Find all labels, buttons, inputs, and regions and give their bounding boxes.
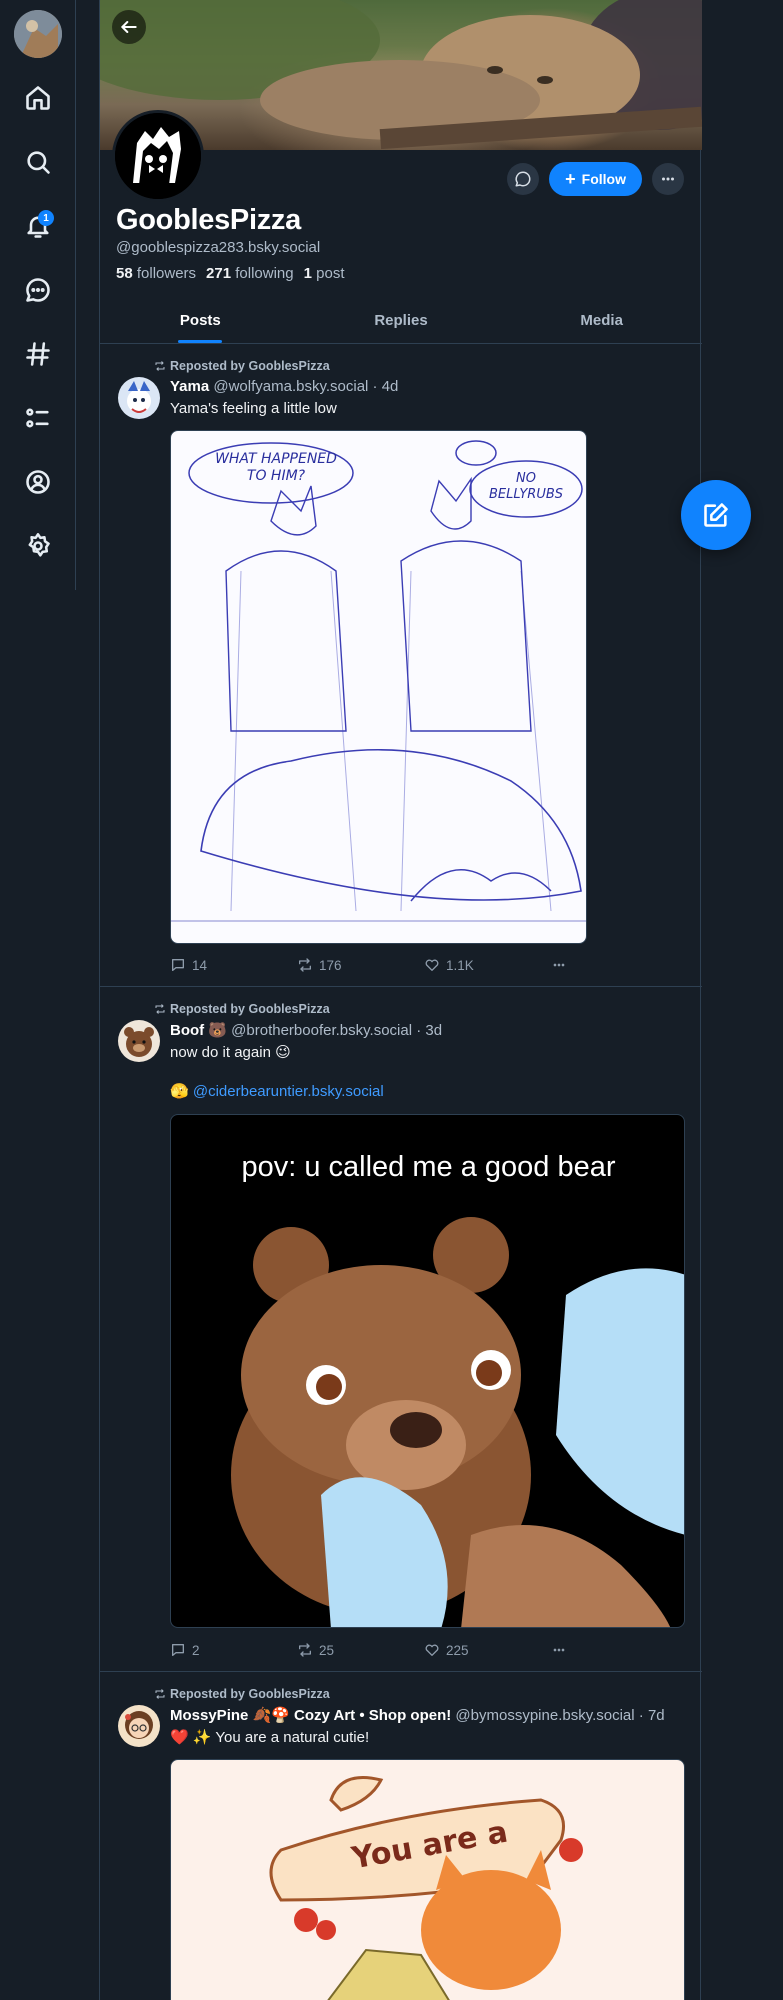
repost-count: 25 xyxy=(318,1642,335,1658)
current-user-avatar[interactable] xyxy=(14,10,62,58)
feed-post[interactable]: Reposted by GooblesPizza Yama @wolfyama.… xyxy=(100,345,702,987)
repost-icon xyxy=(155,1004,165,1014)
list-icon[interactable] xyxy=(18,398,58,438)
profile-display-name: GooblesPizza xyxy=(116,204,301,236)
post-mention[interactable]: 🫣 @ciderbearuntier.bsky.social xyxy=(170,1082,384,1100)
feed-post[interactable]: Reposted by GooblesPizza MossyPine 🍂🍄 Co… xyxy=(100,1673,702,2000)
chat-icon xyxy=(515,171,531,187)
author-handle[interactable]: @brotherboofer.bsky.social xyxy=(231,1022,412,1039)
repost-icon xyxy=(298,958,311,972)
profile-actions: + Follow xyxy=(507,162,684,196)
profile-icon[interactable] xyxy=(18,462,58,502)
post-text: ❤️ ✨ You are a natural cutie! xyxy=(170,1729,370,1746)
reply-count: 14 xyxy=(192,957,208,973)
author-avatar[interactable] xyxy=(118,1705,160,1747)
author-name[interactable]: Boof 🐻 xyxy=(170,1022,227,1039)
image-caption: pov: u called me a good bear xyxy=(241,1151,616,1183)
post-more-button[interactable] xyxy=(551,957,590,973)
repost-button[interactable]: 176 xyxy=(297,957,424,973)
reply-button[interactable]: 14 xyxy=(170,957,297,973)
repost-indicator: Reposted by GooblesPizza xyxy=(154,359,330,373)
follow-button[interactable]: + Follow xyxy=(549,162,642,196)
repost-button[interactable]: 25 xyxy=(297,1642,424,1658)
edit-icon xyxy=(704,503,728,527)
ellipsis-icon xyxy=(553,1648,565,1652)
like-button[interactable]: 225 xyxy=(424,1642,551,1658)
post-header: Yama @wolfyama.bsky.social · 4d xyxy=(170,378,398,395)
profile-main: + Follow GooblesPizza @gooblespizza283.b… xyxy=(99,0,702,2000)
post-image[interactable]: You are a xyxy=(170,1759,685,2000)
engagement-bar: 14 176 1.1K xyxy=(170,957,590,973)
ellipsis-icon xyxy=(662,177,674,181)
profile-avatar[interactable] xyxy=(112,110,204,202)
profile-handle: @gooblespizza283.bsky.social xyxy=(116,239,321,256)
post-image[interactable]: WHAT HAPPENED TO HIM? NO BELLYRUBS xyxy=(170,430,587,944)
gear-icon[interactable] xyxy=(18,526,58,566)
author-name[interactable]: MossyPine 🍂🍄 Cozy Art • Shop open! xyxy=(170,1707,451,1724)
like-count: 225 xyxy=(445,1642,469,1658)
compose-post-button[interactable] xyxy=(681,480,751,550)
post-time[interactable]: · 7d xyxy=(639,1707,665,1724)
following-stat[interactable]: 271 following xyxy=(206,265,294,282)
reply-button[interactable]: 2 xyxy=(170,1642,297,1658)
profile-tabs: Posts Replies Media xyxy=(100,300,702,344)
home-icon[interactable] xyxy=(18,78,58,118)
tab-replies[interactable]: Replies xyxy=(301,300,502,343)
comment-icon xyxy=(172,959,184,971)
author-handle[interactable]: @bymossypine.bsky.social xyxy=(455,1707,634,1724)
plus-icon: + xyxy=(565,169,576,189)
posts-stat: 1 post xyxy=(303,265,345,282)
profile-stats: 58 followers 271 following 1 post xyxy=(116,265,345,282)
author-avatar[interactable] xyxy=(118,377,160,419)
post-text: Yama's feeling a little low xyxy=(170,400,337,417)
author-avatar[interactable] xyxy=(118,1020,160,1062)
left-sidebar: 1 xyxy=(0,0,76,590)
mention-emoji: 🫣 xyxy=(170,1083,189,1100)
more-options-button[interactable] xyxy=(652,163,684,195)
hashtag-icon[interactable] xyxy=(18,334,58,374)
message-button[interactable] xyxy=(507,163,540,195)
notification-badge: 1 xyxy=(38,210,54,226)
followers-stat[interactable]: 58 followers xyxy=(116,265,196,282)
reply-count: 2 xyxy=(192,1642,200,1658)
tab-posts[interactable]: Posts xyxy=(100,300,301,343)
back-button[interactable] xyxy=(112,10,146,44)
search-icon[interactable] xyxy=(18,142,58,182)
image-caption-right: NO BELLYRUBS xyxy=(488,471,564,502)
post-header: Boof 🐻 @brotherboofer.bsky.social · 3d xyxy=(170,1021,442,1039)
post-header: MossyPine 🍂🍄 Cozy Art • Shop open! @bymo… xyxy=(170,1706,665,1724)
chat-icon[interactable] xyxy=(18,270,58,310)
active-tab-indicator xyxy=(178,340,223,343)
post-more-button[interactable] xyxy=(551,1642,590,1658)
feed-post[interactable]: Reposted by GooblesPizza Boof 🐻 @brother… xyxy=(100,988,702,1672)
repost-icon xyxy=(155,1689,165,1699)
heart-icon xyxy=(425,1644,439,1656)
mention-link[interactable]: @ciderbearuntier.bsky.social xyxy=(193,1083,384,1100)
repost-indicator: Reposted by GooblesPizza xyxy=(154,1687,330,1701)
follow-label: Follow xyxy=(581,171,626,187)
comment-icon xyxy=(172,1644,184,1656)
tab-media[interactable]: Media xyxy=(501,300,702,343)
post-time[interactable]: · 3d xyxy=(416,1022,442,1039)
arrow-left-icon xyxy=(121,21,137,33)
author-name[interactable]: Yama xyxy=(170,378,209,395)
repost-icon xyxy=(298,1643,311,1657)
heart-icon xyxy=(425,959,439,971)
repost-indicator: Reposted by GooblesPizza xyxy=(154,1002,330,1016)
engagement-bar: 2 25 225 xyxy=(170,1642,590,1658)
bell-icon[interactable]: 1 xyxy=(18,206,58,246)
post-text: now do it again 😉 xyxy=(170,1044,291,1061)
post-time[interactable]: · 4d xyxy=(373,378,399,395)
ellipsis-icon xyxy=(553,963,565,967)
repost-count: 176 xyxy=(318,957,342,973)
repost-icon xyxy=(155,361,165,371)
author-handle[interactable]: @wolfyama.bsky.social xyxy=(213,378,368,395)
post-image[interactable]: pov: u called me a good bear xyxy=(170,1114,685,1628)
image-caption-left: WHAT HAPPENED TO HIM? xyxy=(215,451,337,484)
like-button[interactable]: 1.1K xyxy=(424,957,551,973)
like-count: 1.1K xyxy=(445,957,474,973)
